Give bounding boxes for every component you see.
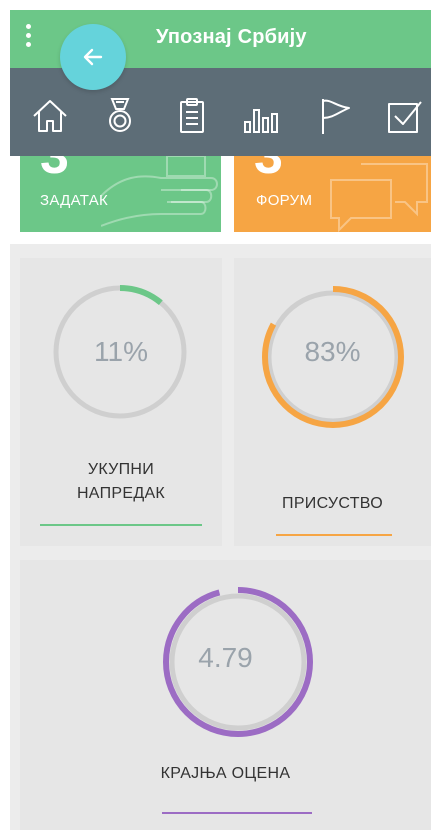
flag-icon[interactable] — [315, 96, 355, 136]
progress-label: УКУПНИ НАПРЕДАК — [76, 461, 166, 502]
bar-chart-icon[interactable] — [240, 96, 280, 136]
progress-underline — [40, 524, 202, 526]
tasks-label: ЗАДАТАК — [40, 192, 109, 209]
final-grade-card: 4.79 КРАЈЊА ОЦЕНА — [20, 560, 431, 830]
hand-icon — [101, 156, 218, 227]
app-title: Упознај Србију — [156, 26, 307, 48]
chat-bubbles-icon — [330, 163, 428, 232]
home-icon[interactable] — [30, 96, 70, 136]
overall-progress-card: 11% УКУПНИ НАПРЕДАК — [20, 258, 222, 546]
attendance-underline — [276, 534, 392, 536]
attendance-label: ПРИСУСТВО — [282, 495, 383, 512]
overflow-menu-icon[interactable] — [24, 24, 34, 52]
forum-tile[interactable]: 3 ФОРУМ — [234, 156, 431, 232]
app-screen: Упознај Србију 3 ЗАДАТАК 3 ФОРУМ 11% УКУ… — [10, 10, 431, 830]
forum-count: 3 — [254, 156, 283, 185]
tasks-tile[interactable]: 3 ЗАДАТАК — [20, 156, 221, 232]
forum-label: ФОРУМ — [256, 192, 313, 209]
grade-underline — [162, 812, 312, 814]
medal-icon[interactable] — [100, 96, 140, 136]
grade-value: 4.79 — [198, 642, 253, 673]
back-button[interactable] — [60, 24, 126, 90]
progress-value: 11% — [94, 336, 148, 367]
attendance-card: 83% ПРИСУСТВО — [234, 258, 431, 546]
attendance-value: 83% — [304, 336, 361, 367]
grade-label: КРАЈЊА ОЦЕНА — [160, 765, 291, 782]
clipboard-icon[interactable] — [172, 96, 212, 136]
checkbox-icon[interactable] — [385, 96, 425, 136]
tasks-count: 3 — [40, 156, 69, 185]
summary-tiles: 3 ЗАДАТАК 3 ФОРУМ — [10, 156, 431, 244]
arrow-left-icon — [83, 48, 103, 66]
